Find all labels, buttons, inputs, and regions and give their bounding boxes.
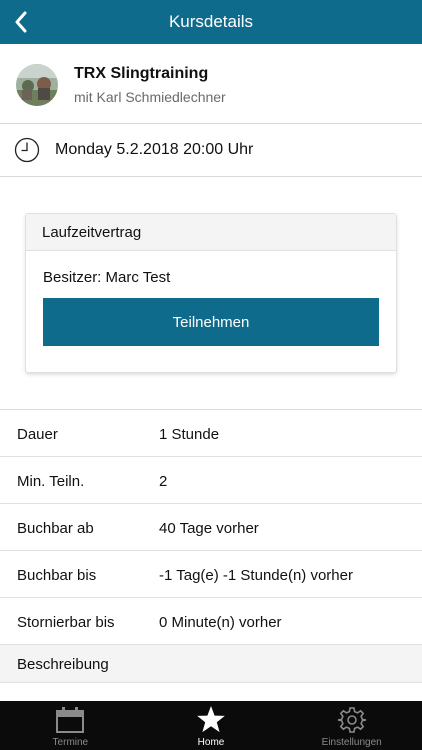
detail-row-duration: Dauer 1 Stunde xyxy=(0,410,422,457)
contract-card: Laufzeitvertrag Besitzer: Marc Test Teil… xyxy=(26,214,396,372)
detail-label: Dauer xyxy=(17,426,58,443)
detail-value: 0 Minute(n) vorher xyxy=(159,614,282,631)
details-list: Dauer 1 Stunde Min. Teiln. 2 Buchbar ab … xyxy=(0,409,422,683)
tab-bar: Termine Home Einstellungen xyxy=(0,701,422,750)
tab-termine[interactable]: Termine xyxy=(0,701,141,750)
detail-label: Min. Teiln. xyxy=(17,473,85,490)
detail-label: Buchbar ab xyxy=(17,520,94,537)
clock-icon xyxy=(14,137,40,163)
calendar-icon xyxy=(56,707,85,733)
course-name: TRX Slingtraining xyxy=(74,65,209,82)
course-date: Monday 5.2.2018 20:00 Uhr xyxy=(55,141,254,158)
tab-label: Home xyxy=(197,737,225,748)
description-header: Beschreibung xyxy=(0,645,422,683)
gear-icon xyxy=(337,707,366,733)
description-title: Beschreibung xyxy=(17,656,109,673)
star-icon xyxy=(197,706,225,733)
contract-title: Laufzeitvertrag xyxy=(26,214,396,251)
detail-value: 40 Tage vorher xyxy=(159,520,259,537)
schedule-row: Monday 5.2.2018 20:00 Uhr xyxy=(0,124,422,177)
detail-value: 2 xyxy=(159,473,168,490)
tab-label: Einstellungen xyxy=(321,737,382,748)
detail-row-min-participants: Min. Teiln. 2 xyxy=(0,457,422,504)
detail-label: Stornierbar bis xyxy=(17,614,115,631)
page-title: Kursdetails xyxy=(168,12,254,31)
detail-row-bookable-until: Buchbar bis -1 Tag(e) -1 Stunde(n) vorhe… xyxy=(0,551,422,598)
detail-value: 1 Stunde xyxy=(159,426,220,443)
trainer-avatar xyxy=(16,64,58,106)
detail-row-bookable-from: Buchbar ab 40 Tage vorher xyxy=(0,504,422,551)
nav-header: Kursdetails xyxy=(0,0,422,44)
course-trainer: mit Karl Schmiedlechner xyxy=(74,89,226,105)
course-info: TRX Slingtraining mit Karl Schmiedlechne… xyxy=(0,44,422,124)
detail-label: Buchbar bis xyxy=(17,567,97,584)
join-button[interactable]: Teilnehmen xyxy=(43,298,379,346)
tab-einstellungen[interactable]: Einstellungen xyxy=(281,701,422,750)
detail-value: -1 Tag(e) -1 Stunde(n) vorher xyxy=(159,567,353,584)
contract-owner: Besitzer: Marc Test xyxy=(43,269,171,286)
tab-home[interactable]: Home xyxy=(141,701,282,750)
tab-label: Termine xyxy=(52,737,89,748)
detail-row-cancellable-until: Stornierbar bis 0 Minute(n) vorher xyxy=(0,598,422,645)
